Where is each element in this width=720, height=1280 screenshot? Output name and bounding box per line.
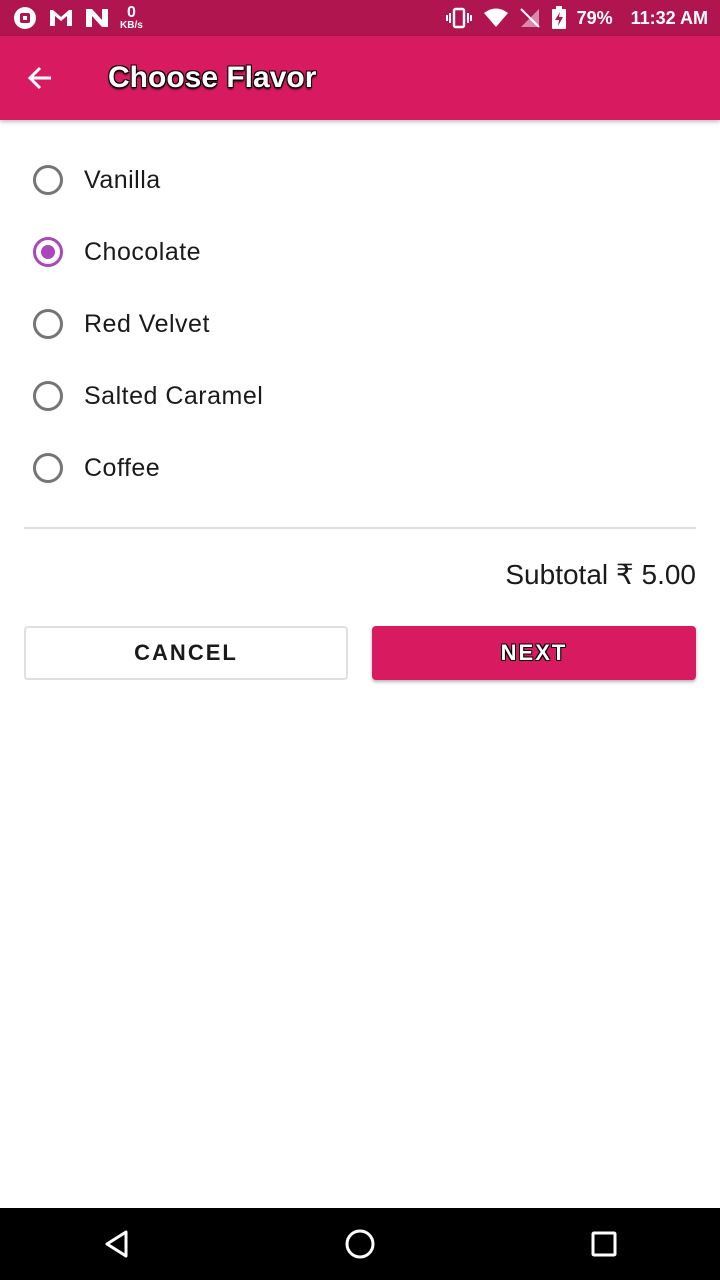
- network-speed-value: 0: [126, 4, 136, 21]
- nav-home-button[interactable]: [336, 1220, 384, 1268]
- cancel-button[interactable]: CANCEL: [24, 626, 348, 680]
- battery-charging-icon: [551, 6, 567, 30]
- app-n-icon: [84, 7, 110, 29]
- radio-option-vanilla[interactable]: Vanilla: [0, 144, 720, 216]
- arrow-back-icon: [26, 64, 54, 92]
- radio-option-red-velvet[interactable]: Red Velvet: [0, 288, 720, 360]
- radio-option-chocolate[interactable]: Chocolate: [0, 216, 720, 288]
- radio-button-unchecked-icon[interactable]: [33, 381, 63, 411]
- radio-option-label: Vanilla: [84, 166, 161, 194]
- app-bar: Choose Flavor: [0, 36, 720, 120]
- radio-option-salted-caramel[interactable]: Salted Caramel: [0, 360, 720, 432]
- status-bar-left: 0 KB/s: [12, 0, 143, 36]
- nav-back-button[interactable]: [93, 1220, 141, 1268]
- next-button[interactable]: NEXT: [372, 626, 696, 680]
- battery-percent: 79%: [576, 7, 613, 28]
- recents-square-icon: [590, 1230, 618, 1258]
- page-title: Choose Flavor: [108, 61, 317, 94]
- radio-button-unchecked-icon[interactable]: [33, 453, 63, 483]
- radio-option-label: Chocolate: [84, 238, 202, 266]
- radio-button-checked-icon[interactable]: [33, 237, 63, 267]
- radio-option-coffee[interactable]: Coffee: [0, 432, 720, 504]
- status-bar-right: 79% 11:32 AM: [445, 0, 708, 36]
- radio-option-label: Coffee: [84, 454, 161, 482]
- notification-app-icon: [12, 5, 38, 31]
- vibrate-icon: [445, 7, 473, 29]
- network-speed-unit: KB/s: [120, 20, 143, 31]
- radio-option-label: Salted Caramel: [84, 382, 264, 410]
- divider: [24, 527, 696, 529]
- back-button[interactable]: [14, 52, 66, 104]
- radio-option-label: Red Velvet: [84, 310, 210, 338]
- clock-time: 11:32 AM: [630, 7, 708, 28]
- home-circle-icon: [344, 1228, 376, 1260]
- flavor-radio-group: Vanilla Chocolate Red Velvet Salted Cara…: [0, 144, 720, 504]
- system-nav-bar: [0, 1208, 720, 1280]
- nav-recents-button[interactable]: [580, 1220, 628, 1268]
- no-signal-icon: [519, 7, 541, 29]
- status-bar: 0 KB/s 79% 11:32 AM: [0, 0, 720, 36]
- back-triangle-icon: [102, 1229, 132, 1259]
- radio-dot: [41, 245, 55, 259]
- network-speed: 0 KB/s: [120, 5, 143, 31]
- radio-button-unchecked-icon[interactable]: [33, 165, 63, 195]
- subtotal-text: Subtotal ₹ 5.00: [505, 559, 696, 590]
- wifi-icon: [483, 7, 509, 29]
- gmail-icon: [48, 7, 74, 29]
- radio-button-unchecked-icon[interactable]: [33, 309, 63, 339]
